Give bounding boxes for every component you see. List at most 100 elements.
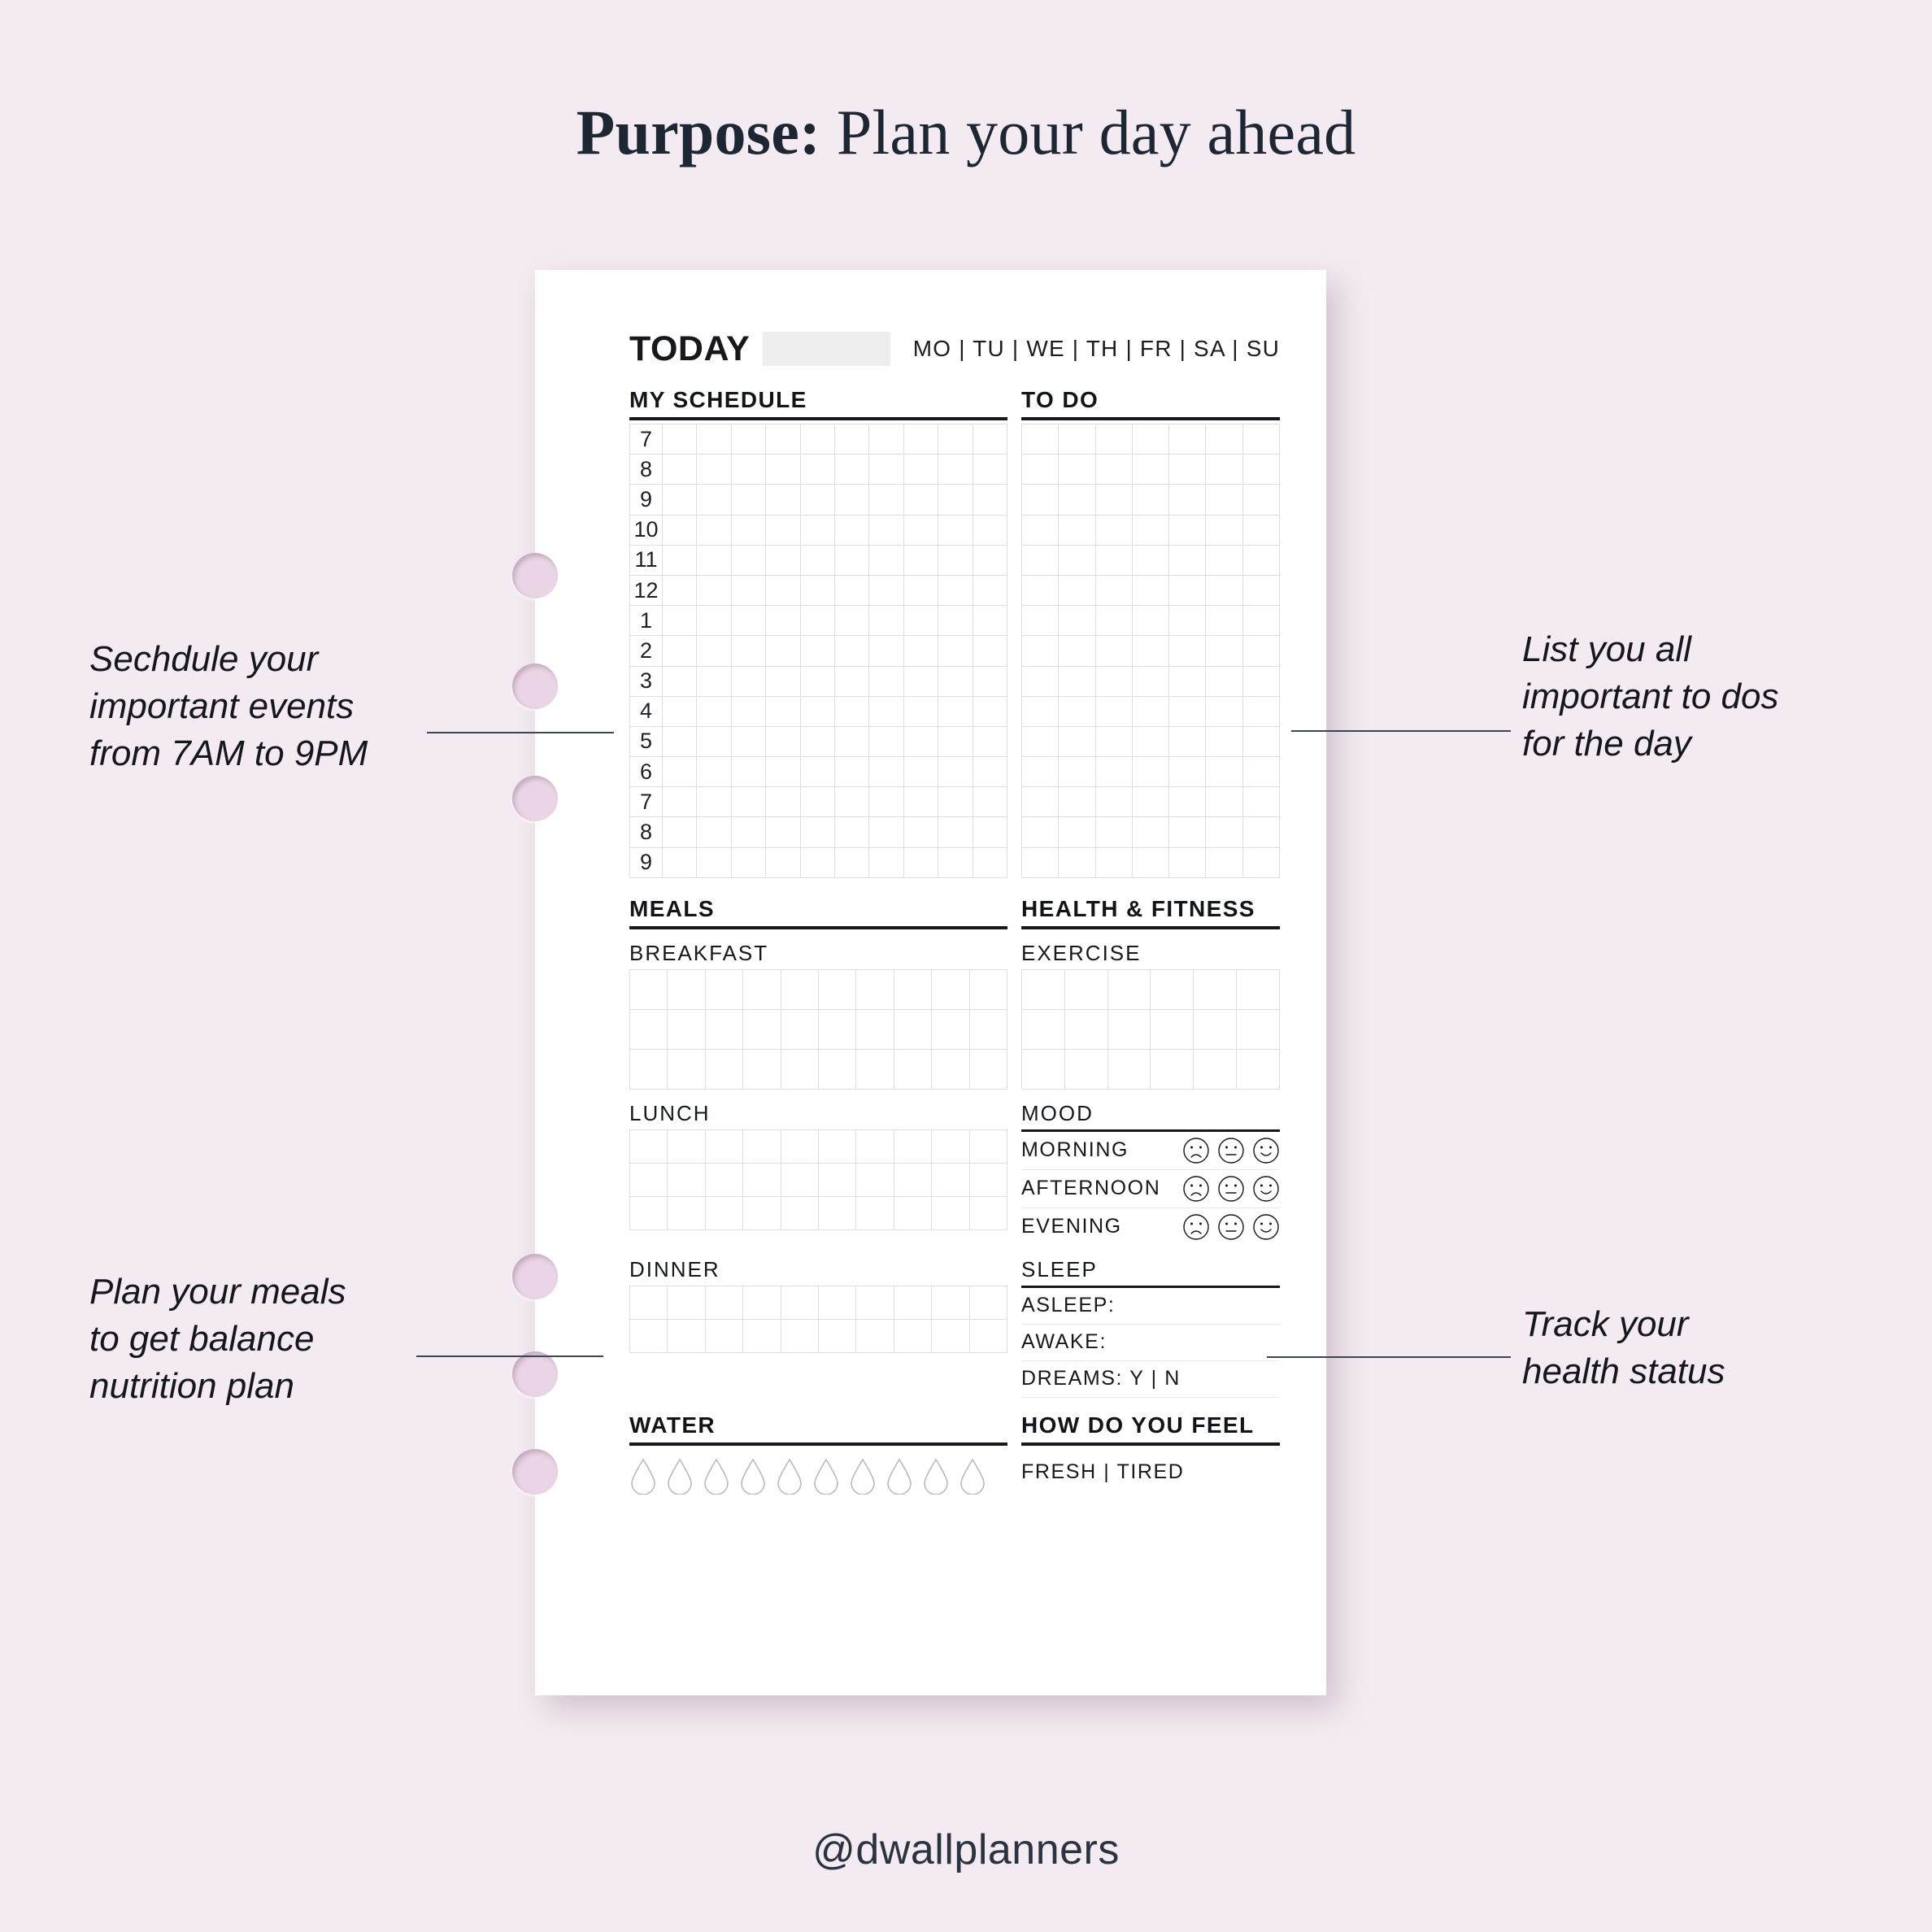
lunch-grid[interactable]: [629, 1129, 1007, 1230]
todo-cell[interactable]: [1059, 545, 1096, 576]
todo-cell[interactable]: [1169, 666, 1207, 697]
todo-cell[interactable]: [1132, 817, 1170, 848]
exercise-cell[interactable]: [1022, 1009, 1065, 1050]
todo-cell[interactable]: [1095, 485, 1133, 516]
lunch-cell[interactable]: [743, 1129, 781, 1164]
schedule-cell[interactable]: [800, 696, 835, 727]
schedule-cell[interactable]: [766, 545, 801, 576]
schedule-cell[interactable]: [835, 696, 870, 727]
lunch-cell[interactable]: [894, 1129, 933, 1164]
todo-cell[interactable]: [1169, 455, 1207, 485]
todo-cell[interactable]: [1206, 575, 1243, 607]
todo-cell[interactable]: [1022, 757, 1060, 788]
schedule-cell[interactable]: [697, 696, 732, 727]
schedule-cell[interactable]: [973, 636, 1007, 667]
schedule-cell[interactable]: [869, 726, 904, 758]
todo-cell[interactable]: [1132, 636, 1170, 667]
water-drop-icon[interactable]: [886, 1457, 913, 1495]
water-drop-tracker[interactable]: [629, 1446, 1007, 1495]
schedule-cell[interactable]: [938, 606, 973, 637]
todo-cell[interactable]: [1059, 485, 1096, 516]
schedule-cell[interactable]: [938, 515, 973, 546]
dinner-cell[interactable]: [894, 1286, 933, 1320]
dinner-cell[interactable]: [932, 1286, 970, 1320]
schedule-cell[interactable]: [800, 606, 835, 637]
sad-face-icon[interactable]: [1182, 1175, 1210, 1203]
schedule-cell[interactable]: [697, 636, 732, 667]
todo-cell[interactable]: [1242, 575, 1280, 607]
todo-cell[interactable]: [1169, 545, 1207, 576]
schedule-cell[interactable]: [835, 666, 870, 697]
dinner-cell[interactable]: [630, 1286, 668, 1320]
schedule-cell[interactable]: [973, 696, 1007, 727]
schedule-cell[interactable]: [800, 455, 835, 485]
todo-cell[interactable]: [1022, 424, 1060, 455]
todo-cell[interactable]: [1059, 606, 1096, 637]
todo-cell[interactable]: [1059, 696, 1096, 727]
lunch-cell[interactable]: [705, 1196, 744, 1230]
lunch-cell[interactable]: [894, 1196, 933, 1230]
schedule-cell[interactable]: [869, 787, 904, 818]
todo-cell[interactable]: [1132, 696, 1170, 727]
exercise-cell[interactable]: [1107, 969, 1151, 1010]
schedule-cell[interactable]: [973, 424, 1007, 455]
schedule-cell[interactable]: [766, 424, 801, 455]
breakfast-cell[interactable]: [781, 1009, 819, 1050]
todo-cell[interactable]: [1206, 455, 1243, 485]
schedule-cell[interactable]: [835, 787, 870, 818]
todo-cell[interactable]: [1132, 787, 1170, 818]
todo-cell[interactable]: [1206, 485, 1243, 516]
lunch-cell[interactable]: [705, 1129, 744, 1164]
schedule-cell[interactable]: [800, 636, 835, 667]
lunch-cell[interactable]: [932, 1129, 970, 1164]
schedule-cell[interactable]: [835, 575, 870, 607]
todo-cell[interactable]: [1095, 515, 1133, 546]
lunch-cell[interactable]: [668, 1163, 706, 1197]
schedule-cell[interactable]: [731, 847, 767, 878]
schedule-cell[interactable]: [766, 847, 801, 878]
lunch-cell[interactable]: [705, 1163, 744, 1197]
schedule-cell[interactable]: [973, 515, 1007, 546]
breakfast-cell[interactable]: [668, 969, 706, 1010]
todo-cell[interactable]: [1095, 545, 1133, 576]
todo-cell[interactable]: [1022, 696, 1060, 727]
today-date-field[interactable]: [763, 332, 890, 366]
todo-cell[interactable]: [1059, 666, 1096, 697]
todo-cell[interactable]: [1022, 515, 1060, 546]
todo-cell[interactable]: [1169, 424, 1207, 455]
todo-cell[interactable]: [1169, 847, 1207, 878]
schedule-cell[interactable]: [903, 696, 939, 727]
breakfast-cell[interactable]: [668, 1049, 706, 1090]
schedule-cell[interactable]: [800, 515, 835, 546]
todo-cell[interactable]: [1132, 726, 1170, 758]
todo-cell[interactable]: [1206, 606, 1243, 637]
breakfast-grid[interactable]: [629, 968, 1007, 1090]
schedule-cell[interactable]: [731, 726, 767, 758]
exercise-cell[interactable]: [1064, 1009, 1108, 1050]
dinner-cell[interactable]: [630, 1319, 668, 1353]
dinner-cell[interactable]: [932, 1319, 970, 1353]
schedule-cell[interactable]: [938, 696, 973, 727]
todo-cell[interactable]: [1095, 666, 1133, 697]
breakfast-cell[interactable]: [630, 969, 668, 1010]
lunch-cell[interactable]: [630, 1129, 668, 1164]
breakfast-cell[interactable]: [894, 1049, 933, 1090]
schedule-cell[interactable]: [731, 757, 767, 788]
schedule-cell[interactable]: [973, 726, 1007, 758]
schedule-cell[interactable]: [938, 575, 973, 607]
todo-cell[interactable]: [1206, 424, 1243, 455]
schedule-cell[interactable]: [869, 455, 904, 485]
happy-face-icon[interactable]: [1252, 1213, 1280, 1241]
exercise-cell[interactable]: [1237, 1049, 1280, 1090]
lunch-cell[interactable]: [856, 1129, 894, 1164]
exercise-cell[interactable]: [1064, 969, 1108, 1010]
schedule-cell[interactable]: [835, 515, 870, 546]
schedule-cell[interactable]: [835, 817, 870, 848]
dinner-cell[interactable]: [743, 1319, 781, 1353]
water-drop-icon[interactable]: [849, 1457, 877, 1495]
schedule-cell[interactable]: [697, 485, 732, 516]
lunch-cell[interactable]: [932, 1196, 970, 1230]
todo-cell[interactable]: [1169, 817, 1207, 848]
schedule-cell[interactable]: [869, 757, 904, 788]
exercise-cell[interactable]: [1151, 1049, 1194, 1090]
